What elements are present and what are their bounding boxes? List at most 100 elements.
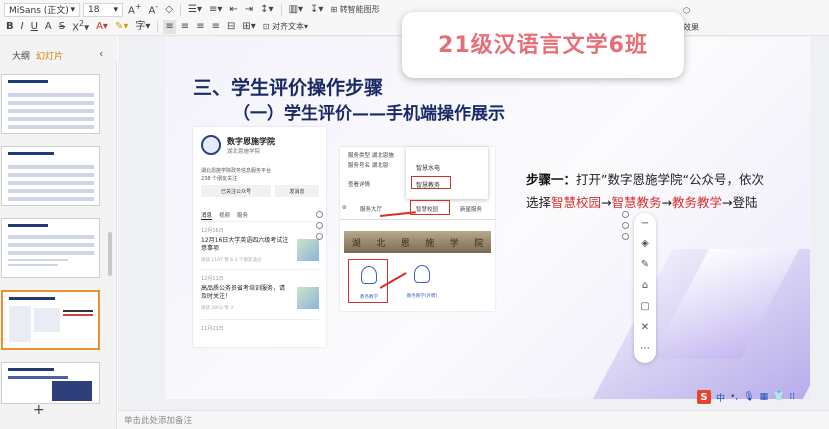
slide-thumbnail[interactable] [1,74,100,134]
paragraph-icon[interactable]: ⊞▾ [240,20,257,34]
align-text-button[interactable]: ⊡ 对齐文本▾ [261,20,310,34]
wechat-menu-screenshot[interactable]: 服务类型 湖北恩施 服务号名 湖北恩 查看详情 智慧水电 智慧教务 ⊜ 服务大厅… [340,147,495,311]
thumb-image [9,306,31,342]
article-title: 高品质公务员省考培训服务，请及时关注！ [201,285,286,300]
border-icon[interactable]: ▢ [634,301,656,312]
convert-smartart-button[interactable]: ⊞ 转智能图形 [328,3,381,17]
decrease-font-icon[interactable]: A- [147,0,161,18]
slide-thumbnail[interactable] [1,362,100,404]
align-center-icon[interactable]: ≡ [179,20,191,34]
divider [201,319,319,320]
class-banner: 21级汉语言文学6班 [402,12,684,78]
numbered-list-icon[interactable]: ≡▾ [207,3,224,17]
thumb-title [8,368,54,371]
thumb-line [63,310,93,312]
font-name-value: MiSans (正文) [9,6,69,16]
shadow-icon[interactable]: A [43,20,54,34]
wechat-profile-screenshot[interactable]: 数字恩施学院 湖北恩施学院 湖北恩施学院政务信息服务平台 238 个朋友关注 已… [193,127,326,347]
panel-scrollbar[interactable] [108,232,112,276]
thumb-line [63,314,93,316]
tab-messages: 消息 [201,213,213,220]
banner-char: 学 [449,238,459,249]
columns-icon[interactable]: ▥▾ [287,3,305,17]
slide-thumbnail[interactable] [1,218,100,278]
tools-icon[interactable]: ✕ [634,322,656,333]
pen-icon[interactable]: ✎ [634,259,656,270]
align-right-icon[interactable]: ≡ [194,20,206,34]
slide-thumbnail-selected[interactable] [1,290,100,350]
ime-status-bar[interactable]: S 中 •, 🎙 ▦ 👕 ⁞⁞ [697,389,807,405]
info-row: 服务号名 湖北恩 [348,163,389,169]
distributed-icon[interactable]: ⊟ [225,20,237,34]
skin-icon[interactable]: 👕 [773,392,784,402]
teaching-card-label: 教务教学 [360,295,378,300]
effects-button[interactable]: 效果 [681,21,701,35]
add-slide-button[interactable]: + [33,402,45,418]
align-left-icon[interactable]: ≡ [163,19,176,34]
font-color-icon[interactable]: A▾ [94,20,110,34]
minus-icon[interactable]: − [634,218,656,229]
info-row: 服务类型 湖北恩施 [348,153,394,159]
article-date: 12月11日 [201,276,224,282]
resize-handle[interactable] [316,222,323,229]
step-label: 步骤一： [526,172,577,187]
divider [179,3,181,16]
bullet-list-icon[interactable]: ☰▾ [186,3,204,17]
chevron-down-icon: ▾ [113,4,118,15]
superscript-icon[interactable]: X2▾ [70,17,91,35]
fill-icon[interactable]: ⌂ [634,280,656,291]
justify-icon[interactable]: ≡ [210,20,222,34]
underline-icon[interactable]: U [29,20,40,34]
increase-font-icon[interactable]: A+ [126,0,144,18]
followed-button: 已关注公众号 [201,185,271,197]
more-icon[interactable]: ⋯ [634,343,656,354]
article-meta: 阅读 1197 赞 6 3 个朋友读过 [201,258,262,263]
keyboard-icon[interactable]: ▦ [760,392,769,402]
campus-banner: 湖 北 恩 施 学 院 [344,231,491,253]
resize-handle[interactable] [622,233,629,240]
resize-handle[interactable] [316,211,323,218]
italic-icon[interactable]: I [19,20,26,34]
slide-subtitle[interactable]: （一）学生评价——手机端操作展示 [233,99,505,124]
article-date: 12月16日 [201,228,224,234]
step-one-text[interactable]: 步骤一：打开”数字恩施学院“公众号，依次选择智慧校园→智慧教务→教务教学→登陆 [526,168,771,214]
font-name-select[interactable]: MiSans (正文) ▾ [4,2,80,17]
notes-pane[interactable]: 单击此处添加备注 [118,410,829,429]
highlight-icon[interactable]: ✎▾ [113,20,130,34]
banner-char: 恩 [400,238,410,249]
grid-icon[interactable]: ⁞⁞ [789,392,795,402]
step-arrow: → [601,195,612,210]
account-name: 数字恩施学院 [227,137,275,146]
slide-title[interactable]: 三、学生评价操作步骤 [193,73,383,100]
indent-icon[interactable]: ⇥ [243,3,255,17]
char-spacing-icon[interactable]: 字▾ [133,20,152,34]
slide-thumbnail[interactable] [1,146,100,206]
collapse-panel-icon[interactable]: ‹ [99,47,103,60]
outdent-icon[interactable]: ⇤ [227,3,239,17]
thumb-line [8,259,68,261]
highlight-box [410,200,450,215]
ime-logo-icon: S [697,390,711,404]
resize-handle[interactable] [316,233,323,240]
resize-handle[interactable] [622,222,629,229]
ime-punct-icon[interactable]: •, [730,392,738,402]
ime-mode[interactable]: 中 [716,391,725,404]
bold-icon[interactable]: B [4,20,16,34]
text-direction-icon[interactable]: ↧▾ [308,3,325,17]
clear-format-icon[interactable]: ◇ [163,3,175,17]
step-highlight-teaching: 教务教学 [672,195,723,210]
teaching-card-external: 教务教学(外聘) [398,259,446,303]
tab-outline[interactable]: 大纲 [12,49,30,62]
font-size-select[interactable]: 18 ▾ [83,2,123,17]
layers-icon[interactable]: ◈ [634,238,656,249]
strikethrough-icon[interactable]: S [57,20,67,34]
thumb-title [8,224,48,227]
teaching-card: 教务教学 [348,259,388,303]
article-thumbnail [297,239,319,261]
microphone-icon[interactable]: 🎙 [743,392,754,402]
slide[interactable]: 三、学生评价操作步骤 （一）学生评价——手机端操作展示 数字恩施学院 湖北恩施学… [165,37,810,399]
thumb-line [8,376,68,379]
line-spacing-icon[interactable]: ↕▾ [258,3,275,17]
effects-icon[interactable]: ⬡ [681,4,692,18]
tab-slides[interactable]: 幻灯片 [36,49,64,64]
